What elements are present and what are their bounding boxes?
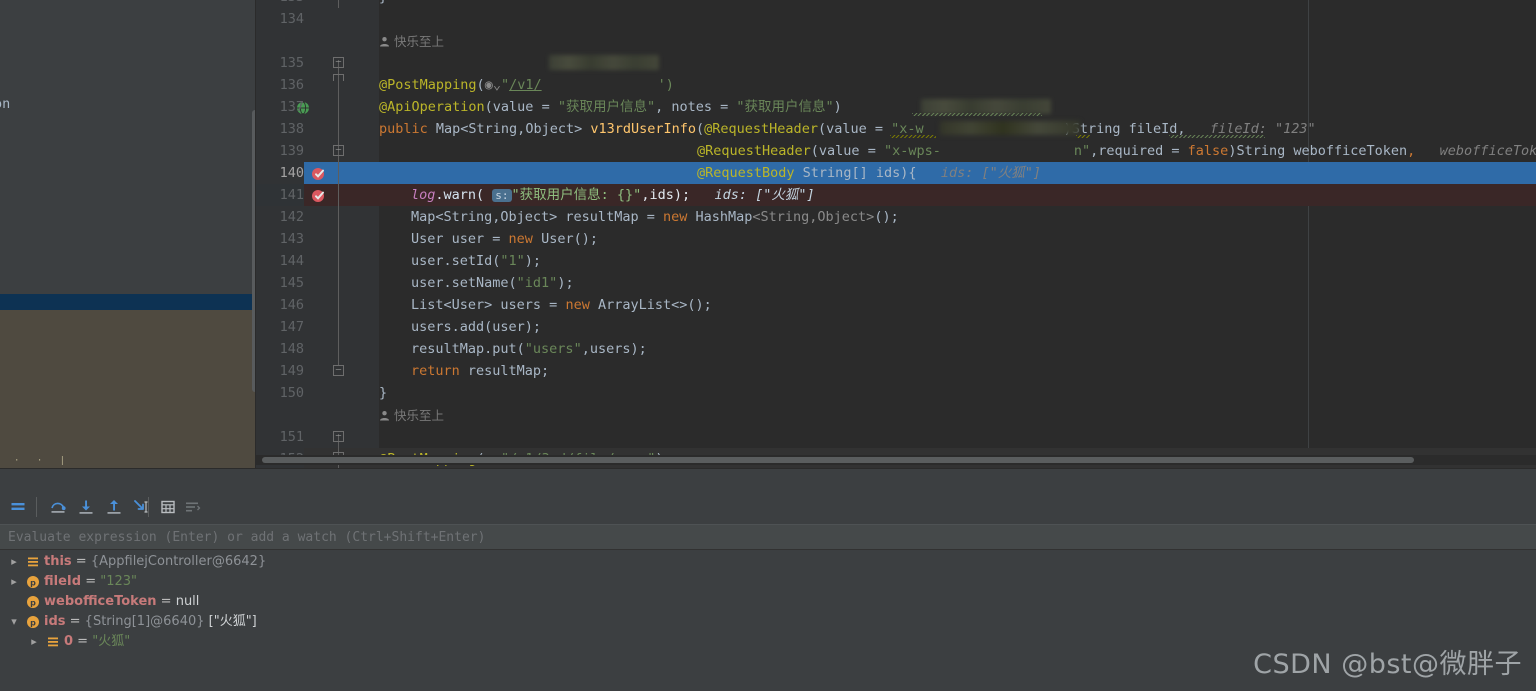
svg-text:p: p	[30, 598, 36, 607]
line-number: 134	[279, 11, 304, 27]
variable-value: null	[175, 594, 200, 609]
editor-hscroll-thumb[interactable]	[262, 457, 1414, 463]
vcs-author-name: 快乐至上	[394, 34, 445, 49]
redacted-region	[921, 99, 1051, 114]
vcs-author-annotation: 快乐至上	[379, 406, 444, 426]
vcs-author-annotation: 快乐至上	[379, 32, 444, 52]
spellcheck-squiggle	[912, 113, 1042, 116]
variable-value: "123"	[100, 574, 138, 589]
variable-row-ids[interactable]: ▾ p ids = {String[1]@6640} ["火狐"]	[0, 612, 1536, 632]
variable-row-webofficetoken[interactable]: p webofficeToken = null	[0, 592, 1536, 612]
popup-fragment-text: on	[0, 96, 11, 112]
variable-row-this[interactable]: ▸ this = {AppfilejController@6642}	[0, 552, 1536, 572]
svg-text:p: p	[30, 578, 36, 587]
spellcheck-squiggle	[1169, 135, 1265, 138]
variable-equals: =	[73, 634, 93, 649]
chevron-right-icon[interactable]: ▸	[8, 572, 20, 592]
chevron-down-icon[interactable]: ▾	[8, 612, 20, 632]
variable-equals: =	[71, 554, 91, 569]
step-over-icon[interactable]	[44, 493, 72, 521]
toolbar-separator	[148, 497, 149, 517]
variables-tree[interactable]: ▸ this = {AppfilejController@6642} ▸ p f…	[0, 552, 1536, 652]
vcs-author-name: 快乐至上	[394, 408, 445, 423]
code-editor[interactable]: – – – – 133 134	[0, 0, 1536, 468]
step-into-icon[interactable]	[72, 493, 100, 521]
popup-scrollbar-thumb[interactable]	[252, 110, 255, 392]
toolbar-separator	[36, 497, 37, 517]
variable-row-fileid[interactable]: ▸ p fileId = "123"	[0, 572, 1536, 592]
field-icon	[46, 632, 60, 652]
variable-name: ids	[44, 614, 66, 629]
evaluate-placeholder: Evaluate expression (Enter) or add a wat…	[8, 530, 486, 545]
watermark: CSDN @bst@微胖子	[1253, 649, 1522, 680]
popup-selected-row[interactable]	[0, 294, 255, 310]
variable-type: {AppfilejController@6642}	[90, 554, 267, 569]
parameter-icon: p	[26, 612, 40, 632]
variable-name: webofficeToken	[44, 594, 157, 609]
debugger-toolbar[interactable]	[0, 493, 1536, 523]
variable-equals: =	[81, 574, 101, 589]
show-execution-point-icon[interactable]	[4, 493, 32, 521]
redacted-region	[549, 55, 659, 70]
variable-name: fileId	[44, 574, 82, 589]
settings-icon[interactable]	[178, 493, 206, 521]
popup-body[interactable]: · · |	[0, 310, 255, 468]
field-icon	[26, 552, 40, 572]
editor-overlay-popup[interactable]: on · · |	[0, 0, 256, 468]
parameter-icon: p	[26, 592, 40, 612]
idea-debug-screenshot: – – – – 133 134	[0, 0, 1536, 691]
person-icon	[379, 407, 390, 427]
debugger-panel: Evaluate expression (Enter) or add a wat…	[0, 468, 1536, 691]
svg-text:p: p	[30, 618, 36, 627]
variable-type: {String[1]@6640}	[84, 614, 205, 629]
code-line-133: }	[379, 0, 387, 8]
spellcheck-squiggle	[890, 135, 936, 138]
chevron-right-icon[interactable]: ▸	[8, 552, 20, 572]
variable-value: "火狐"	[92, 634, 131, 649]
evaluate-expression-input[interactable]: Evaluate expression (Enter) or add a wat…	[0, 524, 1536, 550]
step-out-icon[interactable]	[100, 493, 128, 521]
variable-name: this	[44, 554, 72, 569]
panel-divider	[0, 468, 1536, 469]
line-number: 150	[279, 385, 304, 401]
code-line-149: }	[379, 385, 388, 401]
run-to-cursor-icon[interactable]	[128, 493, 156, 521]
variable-name: 0	[64, 634, 74, 649]
variable-equals: =	[156, 594, 176, 609]
variable-value: ["火狐"]	[208, 614, 257, 629]
person-icon	[379, 33, 390, 53]
parameter-icon: p	[26, 572, 40, 592]
spellcheck-squiggle	[1076, 135, 1090, 138]
popup-body-text: · · |	[14, 456, 72, 466]
variable-equals: =	[65, 614, 85, 629]
redacted-region	[940, 121, 1080, 135]
chevron-right-icon[interactable]: ▸	[28, 632, 40, 652]
